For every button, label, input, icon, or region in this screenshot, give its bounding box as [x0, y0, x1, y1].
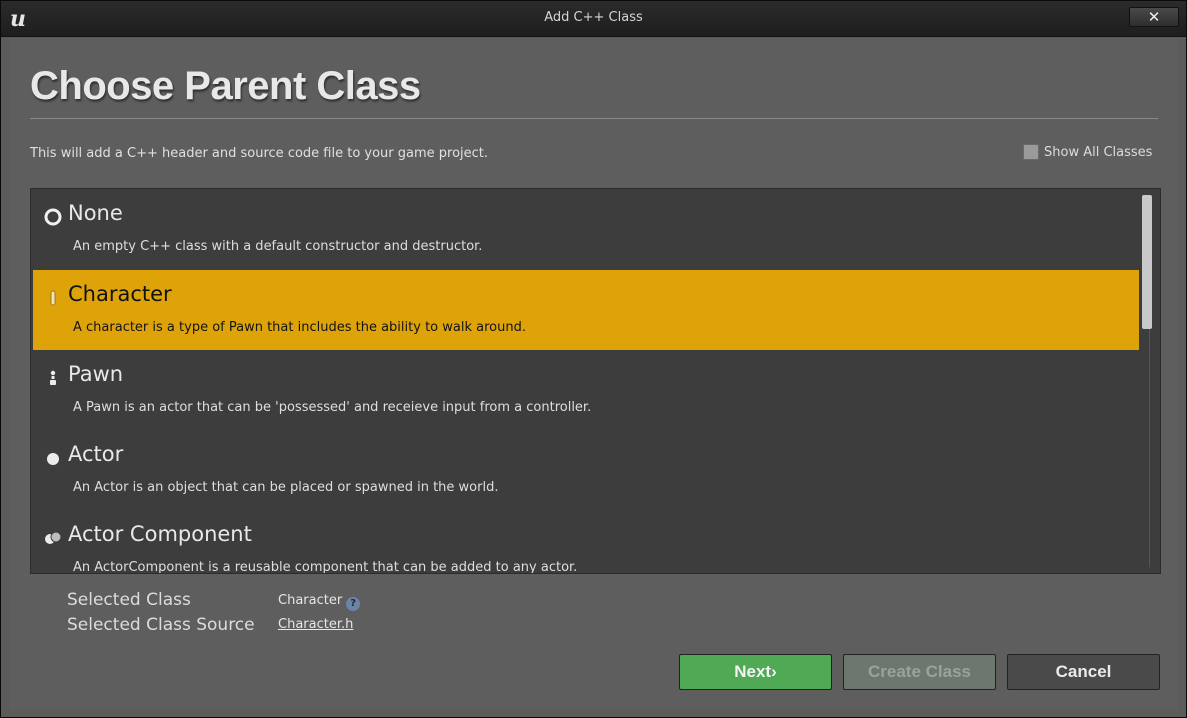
class-item-pawn[interactable]: Pawn A Pawn is an actor that can be 'pos… — [33, 350, 1139, 430]
title-bar[interactable]: u Add C++ Class ✕ — [1, 1, 1186, 37]
class-description: An empty C++ class with a default constr… — [73, 239, 483, 254]
parent-class-list[interactable]: None An empty C++ class with a default c… — [30, 188, 1161, 574]
class-item-character[interactable]: Character A character is a type of Pawn … — [33, 270, 1139, 350]
class-name: Actor Component — [68, 522, 252, 546]
show-all-label: Show All Classes — [1044, 144, 1153, 160]
dialog-content: Choose Parent Class This will add a C++ … — [9, 38, 1178, 711]
actor-component-icon — [45, 531, 62, 544]
selected-class-source-link[interactable]: Character.h — [278, 617, 353, 632]
title-divider — [30, 118, 1158, 119]
empty-circle-icon — [44, 208, 62, 226]
pawn-icon — [50, 370, 56, 385]
selected-class-label: Selected Class — [67, 590, 191, 610]
class-item-actor-component[interactable]: Actor Component An ActorComponent is a r… — [33, 510, 1139, 574]
next-button[interactable]: Next› — [679, 654, 832, 690]
actor-icon — [47, 453, 59, 465]
show-all-classes-toggle[interactable]: Show All Classes — [1023, 144, 1152, 160]
class-description: An ActorComponent is a reusable componen… — [73, 560, 578, 574]
scrollbar-thumb[interactable] — [1142, 195, 1152, 329]
class-name: Character — [68, 282, 172, 306]
description-text: This will add a C++ header and source co… — [30, 146, 489, 161]
close-button[interactable]: ✕ — [1129, 7, 1179, 27]
show-all-checkbox[interactable] — [1023, 144, 1039, 160]
character-icon — [50, 290, 56, 306]
cancel-button[interactable]: Cancel — [1007, 654, 1160, 690]
scrollbar-track-line — [1149, 329, 1150, 567]
selected-class-source-label: Selected Class Source — [67, 615, 255, 635]
class-item-actor[interactable]: Actor An Actor is an object that can be … — [33, 430, 1139, 510]
window-title: Add C++ Class — [544, 10, 643, 25]
create-class-button[interactable]: Create Class — [843, 654, 996, 690]
next-arrow-icon: › — [771, 662, 777, 681]
selected-class-name: Character — [278, 593, 343, 608]
class-description: A Pawn is an actor that can be 'possesse… — [73, 400, 592, 415]
add-class-window: u Add C++ Class ✕ Choose Parent Class Th… — [0, 0, 1187, 718]
page-title: Choose Parent Class — [30, 64, 421, 108]
class-description: An Actor is an object that can be placed… — [73, 480, 499, 495]
class-name: None — [68, 201, 123, 225]
list-scrollbar[interactable] — [1141, 193, 1153, 569]
class-name: Pawn — [68, 362, 124, 386]
class-description: A character is a type of Pawn that inclu… — [73, 320, 526, 335]
help-icon[interactable]: ? — [346, 597, 361, 611]
selected-class-value: Character? — [278, 593, 361, 611]
class-item-none[interactable]: None An empty C++ class with a default c… — [33, 189, 1139, 269]
class-name: Actor — [68, 442, 124, 466]
next-button-label: Next — [734, 662, 772, 681]
